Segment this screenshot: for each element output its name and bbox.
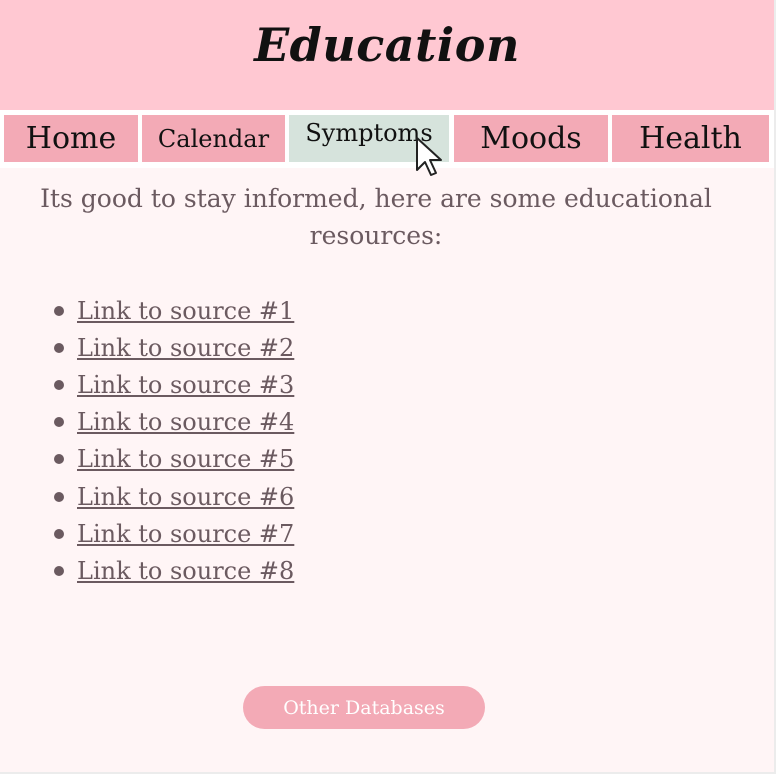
bullet-icon (54, 305, 64, 316)
list-item: Link to source #8 (50, 552, 294, 589)
app-window: Education Home Calendar Symptoms Moods H… (0, 0, 776, 774)
source-link-2[interactable]: Link to source #2 (77, 334, 294, 362)
bullet-icon (54, 379, 64, 390)
tab-calendar[interactable]: Calendar (142, 115, 285, 162)
intro-text: Its good to stay informed, here are some… (40, 184, 712, 250)
list-item: Link to source #7 (50, 515, 294, 552)
source-link-8[interactable]: Link to source #8 (77, 557, 294, 585)
list-item: Link to source #1 (50, 292, 294, 329)
list-item: Link to source #4 (50, 404, 294, 441)
bullet-icon (54, 491, 64, 502)
page-title: Education (254, 18, 520, 72)
list-item: Link to source #5 (50, 441, 294, 478)
tab-home[interactable]: Home (4, 115, 138, 162)
bullet-icon (54, 342, 64, 353)
bullet-icon (54, 417, 64, 428)
source-link-7[interactable]: Link to source #7 (77, 520, 294, 548)
tab-moods[interactable]: Moods (454, 115, 608, 162)
source-link-5[interactable]: Link to source #5 (77, 445, 294, 473)
header: Education (0, 0, 774, 110)
bullet-icon (54, 528, 64, 539)
bullet-icon (54, 565, 64, 576)
tab-health[interactable]: Health (612, 115, 769, 162)
list-item: Link to source #2 (50, 329, 294, 366)
other-databases-button[interactable]: Other Databases (243, 686, 485, 729)
source-link-list: Link to source #1 Link to source #2 Link… (50, 292, 294, 590)
source-link-6[interactable]: Link to source #6 (77, 483, 294, 511)
source-link-3[interactable]: Link to source #3 (77, 371, 294, 399)
list-item: Link to source #3 (50, 366, 294, 403)
bullet-icon (54, 454, 64, 465)
source-link-1[interactable]: Link to source #1 (77, 297, 294, 325)
source-link-4[interactable]: Link to source #4 (77, 408, 294, 436)
mouse-pointer-icon (416, 137, 442, 176)
list-item: Link to source #6 (50, 478, 294, 515)
nav-bar: Home Calendar Symptoms Moods Health (0, 110, 774, 168)
